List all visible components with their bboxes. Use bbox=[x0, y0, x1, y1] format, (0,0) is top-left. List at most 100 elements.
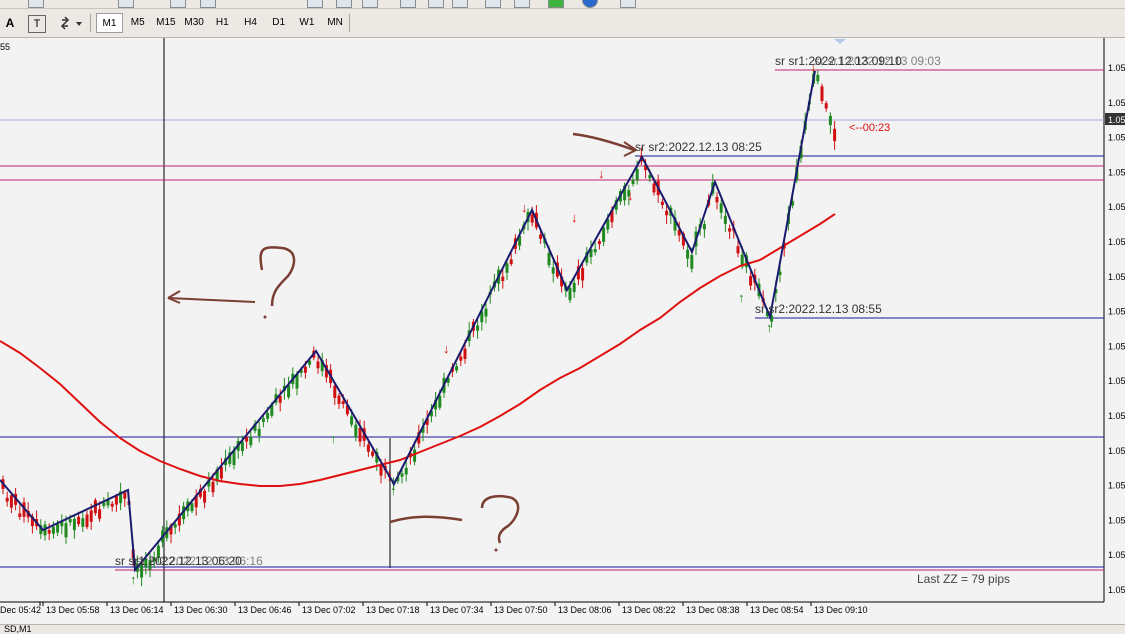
time-tick-label: 13 Dec 06:30 bbox=[174, 605, 228, 615]
current-price-label: 1.05 bbox=[1108, 115, 1125, 125]
time-tick-label: 13 Dec 07:34 bbox=[430, 605, 484, 615]
text-tool-button[interactable]: T bbox=[28, 15, 46, 33]
down-arrow-signal: ↓ bbox=[598, 166, 605, 181]
candle-up bbox=[68, 519, 72, 523]
timeframe-d1[interactable]: D1 bbox=[265, 13, 292, 33]
time-tick-label: 13 Dec 08:06 bbox=[558, 605, 612, 615]
toolbar-separator bbox=[90, 14, 91, 32]
new-order-icon[interactable] bbox=[28, 0, 44, 8]
up-arrow-signal: ↑ bbox=[330, 431, 337, 446]
pencil-alt-icon[interactable] bbox=[428, 0, 444, 8]
price-tick-label: 1.05 bbox=[1108, 515, 1125, 525]
candle-down bbox=[371, 451, 375, 456]
candle-up bbox=[568, 287, 572, 301]
price-tick-label: 1.05 bbox=[1108, 341, 1125, 351]
last-zz-label: Last ZZ = 79 pips bbox=[917, 572, 1010, 586]
candle-down bbox=[597, 241, 601, 245]
navigator-icon[interactable] bbox=[118, 0, 134, 8]
arrows-tool-button[interactable] bbox=[56, 13, 84, 33]
candle-up bbox=[505, 263, 509, 273]
question-mark-dot bbox=[494, 548, 498, 552]
timeframe-w1[interactable]: W1 bbox=[293, 13, 320, 33]
candle-up bbox=[56, 524, 60, 533]
price-tick-label: 1.05 bbox=[1108, 585, 1125, 595]
sr-label-low: sr sr2:2022.12.13 08:55 bbox=[755, 302, 882, 316]
timeframe-m1[interactable]: M1 bbox=[96, 13, 123, 33]
candle-up bbox=[547, 252, 551, 266]
tile-icon[interactable] bbox=[362, 0, 378, 8]
candle-down bbox=[337, 395, 341, 405]
image-icon[interactable] bbox=[452, 0, 468, 8]
candle-up bbox=[572, 282, 576, 292]
candle-down bbox=[18, 513, 22, 517]
globe-icon[interactable] bbox=[582, 0, 598, 8]
candle-up bbox=[686, 249, 690, 259]
tester-icon[interactable] bbox=[200, 0, 216, 8]
timeframe-h4[interactable]: H4 bbox=[237, 13, 264, 33]
candle-down bbox=[358, 427, 362, 442]
bar-chart-icon[interactable] bbox=[485, 0, 501, 8]
candle-up bbox=[602, 227, 606, 242]
window-icon[interactable] bbox=[620, 0, 636, 8]
candle-up bbox=[631, 179, 635, 185]
time-tick-label: 13 Dec 07:50 bbox=[494, 605, 548, 615]
candle-down bbox=[303, 366, 307, 373]
candle-down bbox=[47, 530, 51, 534]
zoom-in-icon[interactable] bbox=[307, 0, 323, 8]
price-chart[interactable]: 55 ↑ ↑ ↑ ↑ ↑ ↓ ↓ ↓ ↓ ↓ ↓ sr sr1:2022.12.… bbox=[0, 38, 1125, 624]
price-tick-label: 1.05 bbox=[1108, 202, 1125, 212]
time-tick-label: 13 Dec 07:02 bbox=[302, 605, 356, 615]
candle-up bbox=[438, 395, 442, 408]
candles-icon[interactable] bbox=[514, 0, 530, 8]
price-tick-label: 1.05 bbox=[1108, 550, 1125, 560]
candle-up bbox=[261, 418, 265, 422]
candle-down bbox=[341, 401, 345, 405]
candle-up bbox=[723, 215, 727, 224]
up-arrow-signal: ↑ bbox=[738, 290, 745, 305]
price-tick-label: 1.05 bbox=[1108, 272, 1125, 282]
candle-up bbox=[354, 424, 358, 438]
price-tick-label: 1.05 bbox=[1108, 411, 1125, 421]
pencil-icon[interactable] bbox=[400, 0, 416, 8]
candle-down bbox=[824, 103, 828, 109]
candle-down bbox=[5, 497, 9, 502]
price-axis-area bbox=[1104, 38, 1125, 624]
auto-button[interactable]: A bbox=[3, 13, 17, 33]
candle-down bbox=[660, 201, 664, 205]
candle-down bbox=[123, 492, 127, 499]
price-tick-label: 1.05 bbox=[1108, 133, 1125, 143]
candle-up bbox=[702, 224, 706, 230]
timeframe-h1[interactable]: H1 bbox=[209, 13, 236, 33]
plus-icon[interactable] bbox=[548, 0, 564, 8]
candle-down bbox=[459, 356, 463, 361]
candle-down bbox=[219, 466, 223, 479]
price-tick-label: 1.05 bbox=[1108, 167, 1125, 177]
candle-up bbox=[404, 467, 408, 475]
timeframe-m15[interactable]: M15 bbox=[152, 13, 179, 33]
timeframe-m5[interactable]: M5 bbox=[124, 13, 151, 33]
candle-up bbox=[257, 428, 261, 436]
down-arrow-signal: ↓ bbox=[627, 188, 634, 203]
timeframe-mn[interactable]: MN bbox=[322, 13, 349, 33]
terminal-icon[interactable] bbox=[170, 0, 186, 8]
candle-down bbox=[203, 490, 207, 503]
toolbar-separator bbox=[349, 14, 350, 32]
candle-down bbox=[463, 348, 467, 359]
question-mark-dot bbox=[263, 315, 267, 319]
candle-down bbox=[333, 385, 337, 398]
zoom-out-icon[interactable] bbox=[336, 0, 352, 8]
candle-down bbox=[665, 210, 669, 216]
price-tick-label: 1.05 bbox=[1108, 446, 1125, 456]
timeframe-m30[interactable]: M30 bbox=[181, 13, 208, 33]
candle-up bbox=[81, 518, 85, 527]
sr-label-top-overlap: sr sr1:2022.12.13 09:03 bbox=[814, 54, 941, 68]
candle-down bbox=[530, 214, 534, 223]
time-tick-label: 13 Dec 06:46 bbox=[238, 605, 292, 615]
candle-up bbox=[190, 503, 194, 512]
time-tick-label: 13 Dec 08:54 bbox=[750, 605, 804, 615]
sr-label-bottom-overlap: sr sr2:2022.12.13 06:16 bbox=[136, 554, 263, 568]
candle-down bbox=[501, 276, 505, 282]
candle-up bbox=[249, 436, 253, 446]
candle-down bbox=[110, 503, 114, 507]
candle-down bbox=[736, 246, 740, 254]
